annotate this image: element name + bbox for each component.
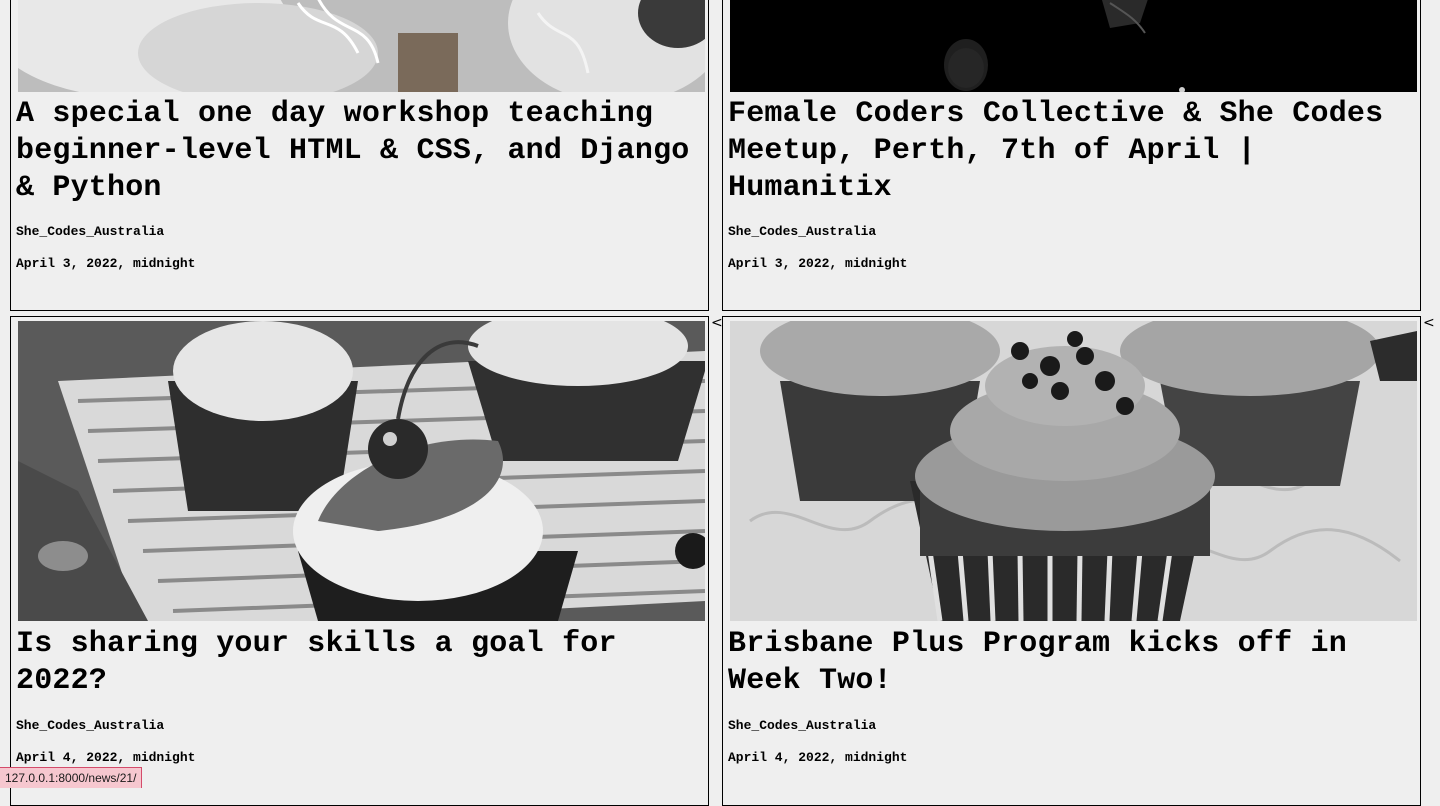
news-card[interactable]: A special one day workshop teaching begi… bbox=[10, 0, 709, 311]
article-date: April 3, 2022, midnight bbox=[16, 256, 196, 271]
news-grid: A special one day workshop teaching begi… bbox=[0, 0, 1440, 806]
article-author: She_Codes_Australia bbox=[728, 718, 877, 733]
article-title[interactable]: Brisbane Plus Program kicks off in Week … bbox=[728, 626, 1418, 700]
article-image[interactable] bbox=[18, 0, 705, 92]
article-title[interactable]: A special one day workshop teaching begi… bbox=[16, 96, 706, 207]
news-card[interactable]: Brisbane Plus Program kicks off in Week … bbox=[722, 316, 1421, 806]
article-title[interactable]: Is sharing your skills a goal for 2022? bbox=[16, 626, 706, 700]
article-image[interactable] bbox=[730, 321, 1417, 621]
link-status-bar: 127.0.0.1:8000/news/21/ bbox=[0, 767, 143, 788]
chevron-left-icon: < bbox=[711, 315, 723, 331]
chevron-left-icon: < bbox=[1423, 315, 1435, 331]
article-date: April 4, 2022, midnight bbox=[728, 750, 908, 765]
article-title[interactable]: Female Coders Collective & She Codes Mee… bbox=[728, 96, 1418, 207]
article-author: She_Codes_Australia bbox=[16, 224, 165, 239]
article-date: April 4, 2022, midnight bbox=[16, 750, 196, 765]
article-author: She_Codes_Australia bbox=[728, 224, 877, 239]
article-image[interactable] bbox=[18, 321, 705, 621]
article-image[interactable] bbox=[730, 0, 1417, 92]
news-card[interactable]: Is sharing your skills a goal for 2022? … bbox=[10, 316, 709, 806]
article-author: She_Codes_Australia bbox=[16, 718, 165, 733]
news-card[interactable]: Female Coders Collective & She Codes Mee… bbox=[722, 0, 1421, 311]
article-date: April 3, 2022, midnight bbox=[728, 256, 908, 271]
